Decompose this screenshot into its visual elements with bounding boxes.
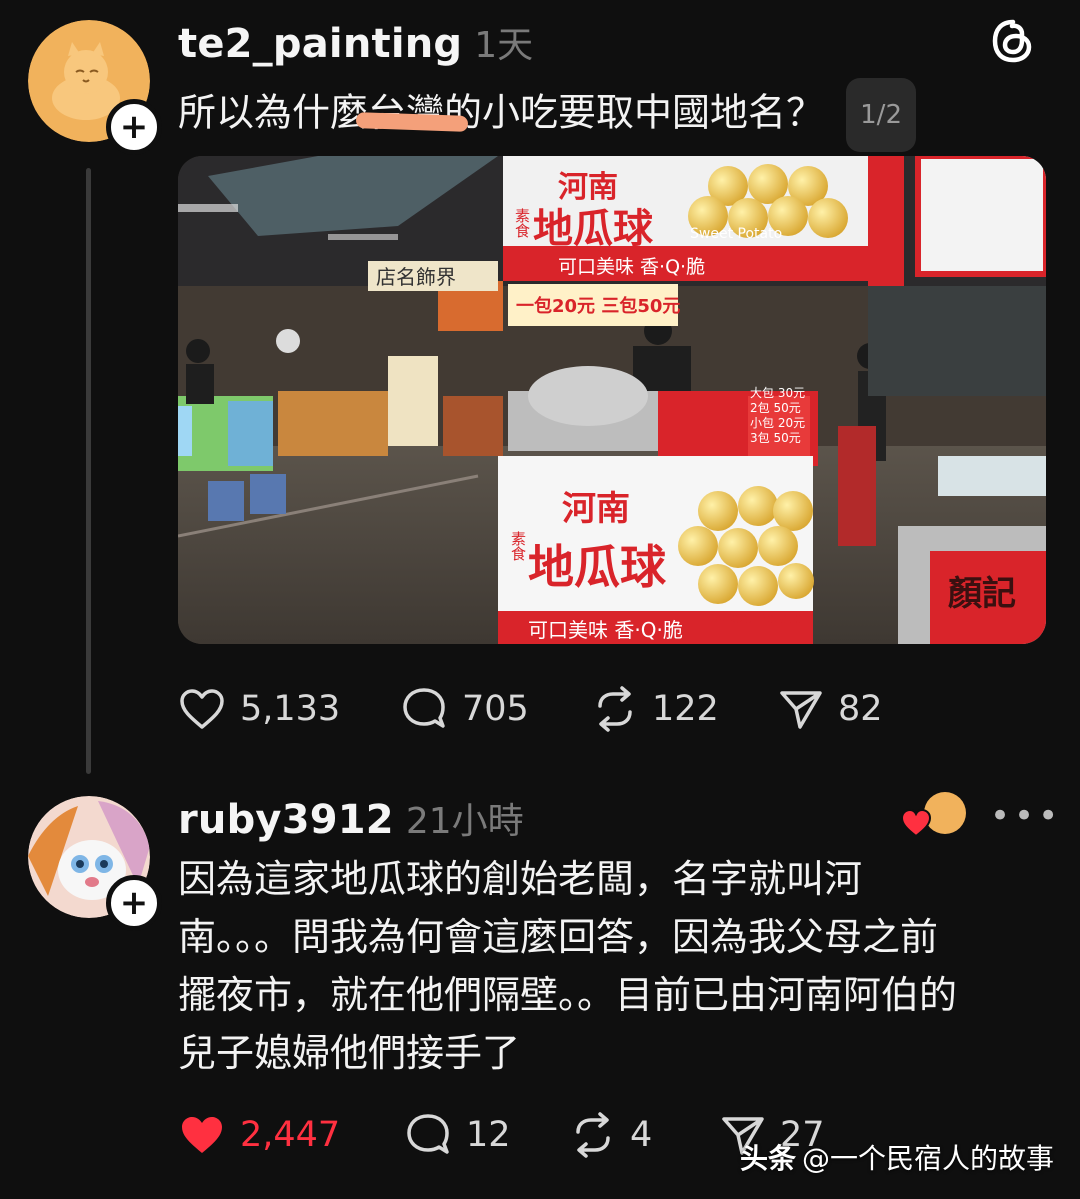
left-shop-sign: 店名飾界 — [376, 265, 456, 289]
comment-icon — [403, 688, 445, 728]
price-menu-item: 大包 30元 — [750, 386, 806, 400]
reply-comment-button[interactable]: 12 — [404, 1112, 570, 1158]
watermark: 头条 @一个民宿人的故事 — [740, 1137, 1054, 1177]
price-menu-item: 2包 50元 — [750, 401, 801, 415]
post-comment-button[interactable]: 705 — [400, 686, 592, 732]
reply-line: 因為這家地瓜球的創始老闆，名字就叫河 — [178, 857, 863, 901]
reply-line: 擺夜市，就在他們隔壁。。目前已由河南阿伯的 — [178, 973, 958, 1017]
post-actions: 5,133 705 122 82 — [178, 686, 898, 732]
repost-icon — [576, 1112, 610, 1158]
post-text-redacted: 台灣 — [355, 84, 469, 142]
post-like-count: 5,133 — [240, 689, 341, 729]
post-header: te2_painting 1天 — [178, 16, 533, 68]
more-options-icon[interactable]: ••• — [990, 796, 1062, 836]
threads-logo-icon[interactable] — [990, 18, 1036, 68]
filled-heart-icon — [182, 1117, 222, 1153]
right-shop-sign: 顏記 — [948, 574, 1016, 614]
front-sign-small: 河南 — [562, 489, 630, 529]
post-time: 1天 — [474, 25, 534, 66]
reply-line: 南。。。問我為何會這麼回答，因為我父母之前 — [178, 915, 939, 959]
watermark-handle: @一个民宿人的故事 — [801, 1142, 1054, 1175]
post-photo[interactable]: 店名飾界 河南 素食 地瓜球 Sweet Potato 可口美味 香·Q·脆 一… — [178, 156, 1046, 644]
post-repost-count: 122 — [652, 689, 719, 729]
price-menu-item: 小包 20元 — [750, 416, 806, 430]
top-sign-slogan: 可口美味 香·Q·脆 — [558, 256, 706, 278]
reply-repost-button[interactable]: 4 — [570, 1112, 720, 1158]
repost-icon — [598, 686, 632, 732]
post-comment-count: 705 — [462, 689, 529, 729]
post-share-count: 82 — [838, 689, 883, 729]
reply-text: 因為這家地瓜球的創始老闆，名字就叫河 南。。。問我為何會這麼回答，因為我父母之前… — [178, 850, 1048, 1082]
post-repost-button[interactable]: 122 — [592, 686, 778, 732]
price-board: 一包20元 三包50元 — [516, 296, 681, 317]
reply-username[interactable]: ruby3912 — [178, 797, 394, 843]
price-menu-item: 3包 50元 — [750, 431, 801, 445]
post-username[interactable]: te2_painting — [178, 21, 462, 67]
post-text: 所以為什麼台灣 的小吃要取中國地名？ 1/2 — [178, 78, 916, 152]
reply-line: 兒子媳婦他們接手了 — [178, 1031, 521, 1075]
post-text-before: 所以為什麼 — [178, 90, 369, 135]
reply-like-count: 2,447 — [240, 1115, 341, 1155]
thread-connector-line — [86, 168, 91, 774]
reply-header: ruby3912 21小時 — [178, 792, 524, 844]
post-like-button[interactable]: 5,133 — [178, 687, 400, 731]
redaction-mark — [355, 111, 469, 132]
comment-icon — [407, 1114, 449, 1154]
top-sign-side: 素食 — [513, 208, 531, 238]
price-menu: 大包 30元 2包 50元 小包 20元 3包 50元 — [750, 386, 805, 446]
top-sign-english: Sweet Potato — [690, 226, 783, 242]
reply-repost-count: 4 — [630, 1115, 653, 1155]
follow-plus-button[interactable]: + — [106, 99, 162, 155]
watermark-brand: 头条 — [739, 1142, 796, 1175]
front-sign-big: 地瓜球 — [528, 540, 666, 594]
reply-like-button[interactable]: 2,447 — [178, 1113, 404, 1157]
send-icon — [780, 691, 822, 729]
red-heart-icon — [900, 808, 932, 838]
reply-comment-count: 12 — [466, 1115, 511, 1155]
top-sign-big: 地瓜球 — [533, 206, 653, 252]
reply-time: 21小時 — [405, 801, 524, 842]
page-indicator: 1/2 — [846, 78, 916, 152]
post-share-button[interactable]: 82 — [778, 687, 883, 731]
front-sign-side: 素食 — [509, 531, 527, 561]
post-text-after: 的小吃要取中國地名？ — [444, 90, 825, 135]
heart-icon — [180, 689, 224, 729]
front-sign-slogan: 可口美味 香·Q·脆 — [528, 618, 683, 642]
front-sign-english: Sweet Potato — [710, 611, 803, 627]
reply-follow-plus-button[interactable]: + — [106, 875, 162, 931]
author-liked-indicator — [900, 792, 970, 842]
